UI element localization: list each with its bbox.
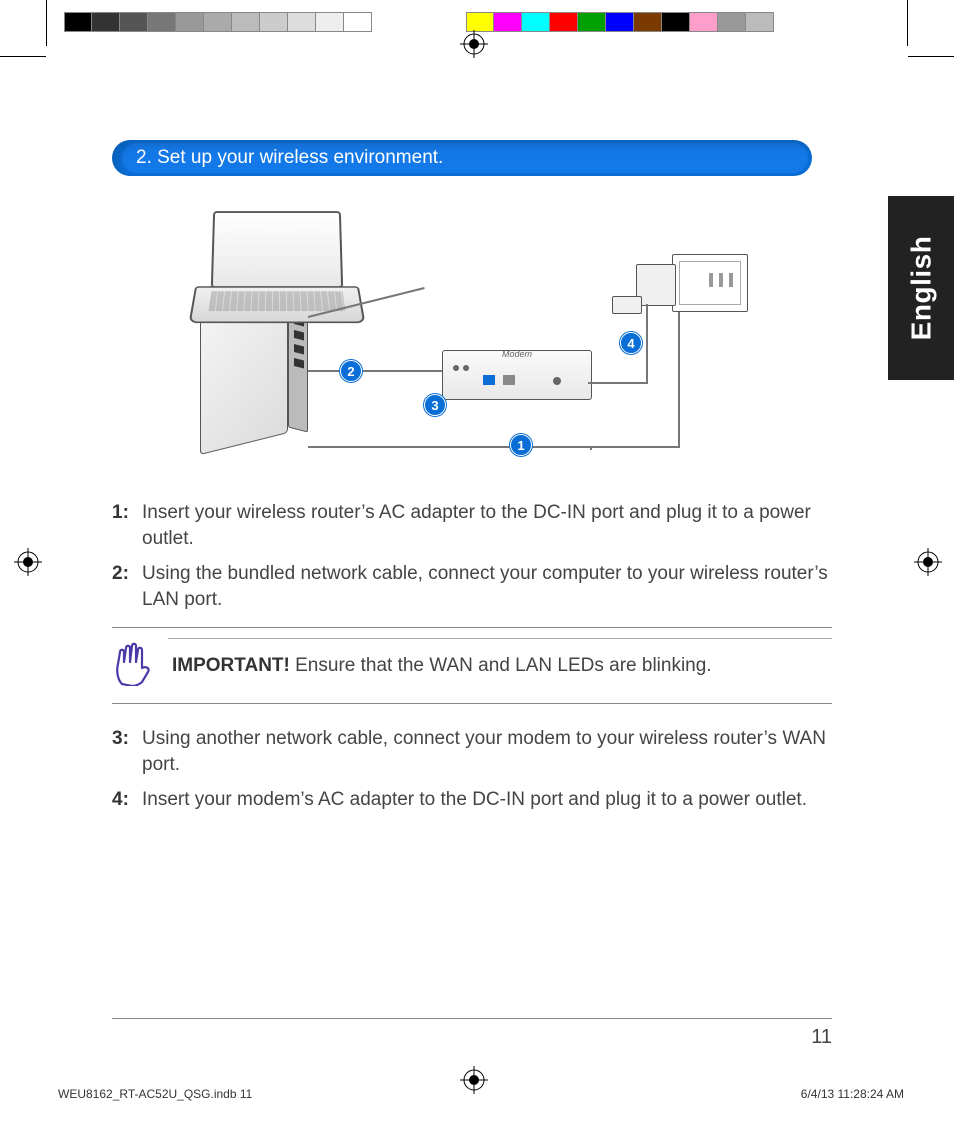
step-number: 1: <box>112 500 142 551</box>
crop-mark <box>908 56 954 57</box>
step-item: 3: Using another network cable, connect … <box>112 726 832 777</box>
diagram-callout-1: 1 <box>510 434 532 456</box>
diagram-callout-3: 3 <box>424 394 446 416</box>
laptop-illustration <box>192 210 362 330</box>
page: English 2. Set up your wireless environm… <box>0 0 954 1123</box>
printer-colorbar-color <box>466 12 774 32</box>
registration-mark-icon <box>460 30 488 58</box>
important-text: IMPORTANT! Ensure that the WAN and LAN L… <box>168 638 832 693</box>
print-slug: WEU8162_RT-AC52U_QSG.indb 11 6/4/13 11:2… <box>58 1087 904 1101</box>
section-header-title: 2. Set up your wireless environment. <box>122 143 808 173</box>
step-number: 4: <box>112 787 142 813</box>
step-item: 4: Insert your modem’s AC adapter to the… <box>112 787 832 813</box>
print-slug-date: 6/4/13 11:28:24 AM <box>801 1087 904 1101</box>
diagram-callout-2: 2 <box>340 360 362 382</box>
important-label: IMPORTANT! <box>172 655 290 676</box>
crop-mark <box>46 0 47 46</box>
step-text: Insert your modem’s AC adapter to the DC… <box>142 787 832 813</box>
steps-list: 1: Insert your wireless router’s AC adap… <box>112 500 832 813</box>
step-text: Insert your wireless router’s AC adapter… <box>142 500 832 551</box>
printer-colorbar-grayscale <box>64 12 372 32</box>
page-footer-rule <box>112 1018 832 1019</box>
setup-diagram: Modem 1 2 <box>192 210 752 470</box>
content-area: 2. Set up your wireless environment. Mod… <box>112 140 832 823</box>
step-item: 1: Insert your wireless router’s AC adap… <box>112 500 832 551</box>
step-item: 2: Using the bundled network cable, conn… <box>112 561 832 612</box>
page-number: 11 <box>811 1026 832 1049</box>
section-header: 2. Set up your wireless environment. <box>112 140 832 180</box>
diagram-callout-4: 4 <box>620 332 642 354</box>
modem-illustration: Modem <box>442 350 592 400</box>
important-body: Ensure that the WAN and LAN LEDs are bli… <box>290 655 712 676</box>
registration-mark-icon <box>914 548 942 576</box>
ac-adapter-illustration <box>612 296 642 314</box>
step-text: Using another network cable, connect you… <box>142 726 832 777</box>
wall-outlet-illustration <box>672 254 748 312</box>
step-number: 2: <box>112 561 142 612</box>
print-slug-file: WEU8162_RT-AC52U_QSG.indb 11 <box>58 1087 252 1101</box>
hand-stop-icon <box>112 628 168 704</box>
language-tab: English <box>888 196 954 380</box>
crop-mark <box>0 56 46 57</box>
ac-adapter-illustration <box>636 264 676 306</box>
registration-mark-icon <box>14 548 42 576</box>
modem-label: Modem <box>502 349 532 359</box>
step-number: 3: <box>112 726 142 777</box>
important-callout: IMPORTANT! Ensure that the WAN and LAN L… <box>112 627 832 705</box>
step-text: Using the bundled network cable, connect… <box>142 561 832 612</box>
crop-mark <box>907 0 908 46</box>
language-tab-label: English <box>905 236 937 341</box>
